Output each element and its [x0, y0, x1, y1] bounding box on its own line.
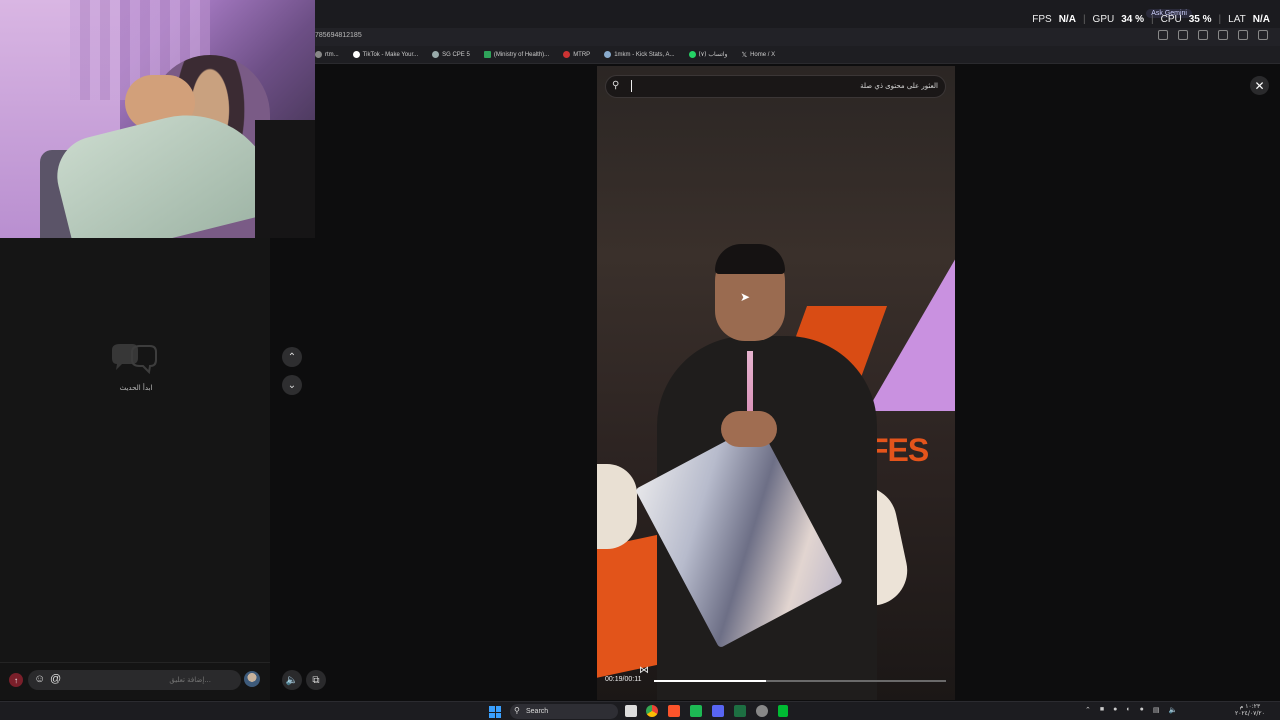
- close-icon: ✕: [1254, 78, 1265, 93]
- close-button[interactable]: ✕: [1250, 76, 1269, 95]
- discord-icon[interactable]: [712, 705, 724, 717]
- taskbar-search[interactable]: Search: [510, 704, 618, 719]
- webcam-overlay: [0, 0, 315, 238]
- url-text: 785694812185: [315, 32, 362, 39]
- search-icon: ⚲: [514, 706, 520, 715]
- chrome-icon[interactable]: [646, 705, 658, 717]
- clock-date: ٢٠٢٤/٠٧/٢٠: [1235, 710, 1265, 717]
- bookmark-item[interactable]: SG CPE 5: [432, 51, 470, 58]
- bookmark-item[interactable]: rtm...: [315, 51, 339, 58]
- chat-bubbles-icon: [112, 344, 157, 375]
- pip-icon: ⧉: [312, 674, 320, 686]
- nvidia-icon[interactable]: ■: [1100, 706, 1104, 714]
- brave-icon[interactable]: [668, 705, 680, 717]
- lat-value: N/A: [1252, 14, 1270, 25]
- volume-button[interactable]: 🔈: [282, 670, 302, 690]
- bookmark-item[interactable]: TikTok - Make Your...: [352, 51, 418, 58]
- empty-comments-label: ابدأ الحديث: [119, 384, 153, 392]
- cpu-value: 35 %: [1188, 14, 1212, 25]
- picture-in-picture-button[interactable]: ⧉: [306, 670, 326, 690]
- bookmark-item[interactable]: (Ministry of Health)...: [483, 51, 549, 58]
- gpu-value: 34 %: [1121, 14, 1145, 25]
- task-view-icon[interactable]: [625, 705, 637, 717]
- menu-icon[interactable]: [1258, 30, 1268, 40]
- progress-fill: [654, 680, 767, 682]
- windows-start-icon[interactable]: [489, 706, 501, 718]
- globe-icon: [604, 51, 612, 58]
- lat-label: LAT: [1228, 14, 1246, 25]
- bookmark-item[interactable]: 𝕏 Home / X: [741, 51, 775, 59]
- app-icon[interactable]: [690, 705, 702, 717]
- excel-icon[interactable]: [734, 705, 746, 717]
- steam-icon[interactable]: ◐: [1126, 706, 1130, 714]
- gpu-label: GPU: [1092, 14, 1115, 25]
- bookmark-item[interactable]: واتساب (٧): [688, 51, 727, 58]
- clock-time: ١٠:٢٣ م: [1239, 703, 1261, 710]
- avatar[interactable]: [244, 671, 260, 687]
- mouse-cursor-icon: ➤: [740, 290, 751, 304]
- video-player[interactable]: FES: [597, 66, 955, 700]
- fps-label: FPS: [1032, 14, 1052, 25]
- tiktok-icon: [352, 51, 360, 58]
- bookmark-item[interactable]: 1mkm - Kick Stats, A...: [604, 51, 675, 58]
- comments-panel: [0, 238, 270, 662]
- globe-icon: [432, 51, 440, 58]
- network-icon[interactable]: ▤: [1153, 706, 1160, 714]
- profile-icon[interactable]: [1238, 30, 1248, 40]
- chevron-up-icon: ⌃: [287, 351, 297, 363]
- fps-value: N/A: [1058, 14, 1076, 25]
- cpu-label: CPU: [1160, 14, 1182, 25]
- chevron-up-icon[interactable]: ⌃: [1085, 706, 1091, 714]
- bookmark-icon: [315, 51, 322, 58]
- chevron-down-icon: ⌄: [287, 379, 297, 391]
- whatsapp-icon: [688, 51, 696, 58]
- address-bar[interactable]: 785694812185: [315, 28, 1280, 46]
- send-icon[interactable]: ↑: [9, 673, 23, 687]
- volume-icon: 🔈: [285, 674, 299, 686]
- search-placeholder: العثور على محتوى ذي صلة: [860, 82, 938, 90]
- search-icon: ⚲: [612, 80, 620, 91]
- taskbar-search-label: Search: [526, 708, 549, 715]
- star-icon[interactable]: [1178, 30, 1188, 40]
- previous-video-button[interactable]: ⌃: [282, 347, 302, 367]
- sheet-icon: [483, 51, 491, 58]
- extension-icon[interactable]: [1198, 30, 1208, 40]
- performance-overlay: FPS N/A | GPU 34 % | CPU 35 % | LAT N/A: [1032, 14, 1270, 25]
- app-icon[interactable]: ●: [1113, 706, 1117, 714]
- app-icon[interactable]: [778, 705, 788, 717]
- volume-icon[interactable]: 🔈: [1168, 706, 1177, 714]
- mention-icon[interactable]: @: [50, 673, 61, 685]
- install-icon[interactable]: [1158, 30, 1168, 40]
- x-icon: 𝕏: [741, 51, 748, 59]
- next-video-button[interactable]: ⌄: [282, 375, 302, 395]
- poster-text: FES: [869, 432, 929, 468]
- clock[interactable]: ١٠:٢٣ م ٢٠٢٤/٠٧/٢٠: [1235, 703, 1265, 717]
- settings-icon[interactable]: [756, 705, 768, 717]
- mic-icon[interactable]: ●: [1140, 706, 1144, 714]
- bookmark-icon: [563, 51, 571, 58]
- extensions-puzzle-icon[interactable]: [1218, 30, 1228, 40]
- capcut-icon: ⋈: [639, 665, 649, 676]
- text-caret: [631, 80, 632, 92]
- video-time: 00:19/00:11: [605, 676, 642, 683]
- system-tray: ⌃ ■ ● ◐ ● ▤ 🔈: [1085, 706, 1177, 714]
- bookmarks-bar: rtm... TikTok - Make Your... SG CPE 5 (M…: [315, 46, 1280, 64]
- emoji-icon[interactable]: ☺: [34, 673, 45, 685]
- bookmark-item[interactable]: MTRP: [563, 51, 590, 58]
- toolbar-icons: [1158, 30, 1268, 40]
